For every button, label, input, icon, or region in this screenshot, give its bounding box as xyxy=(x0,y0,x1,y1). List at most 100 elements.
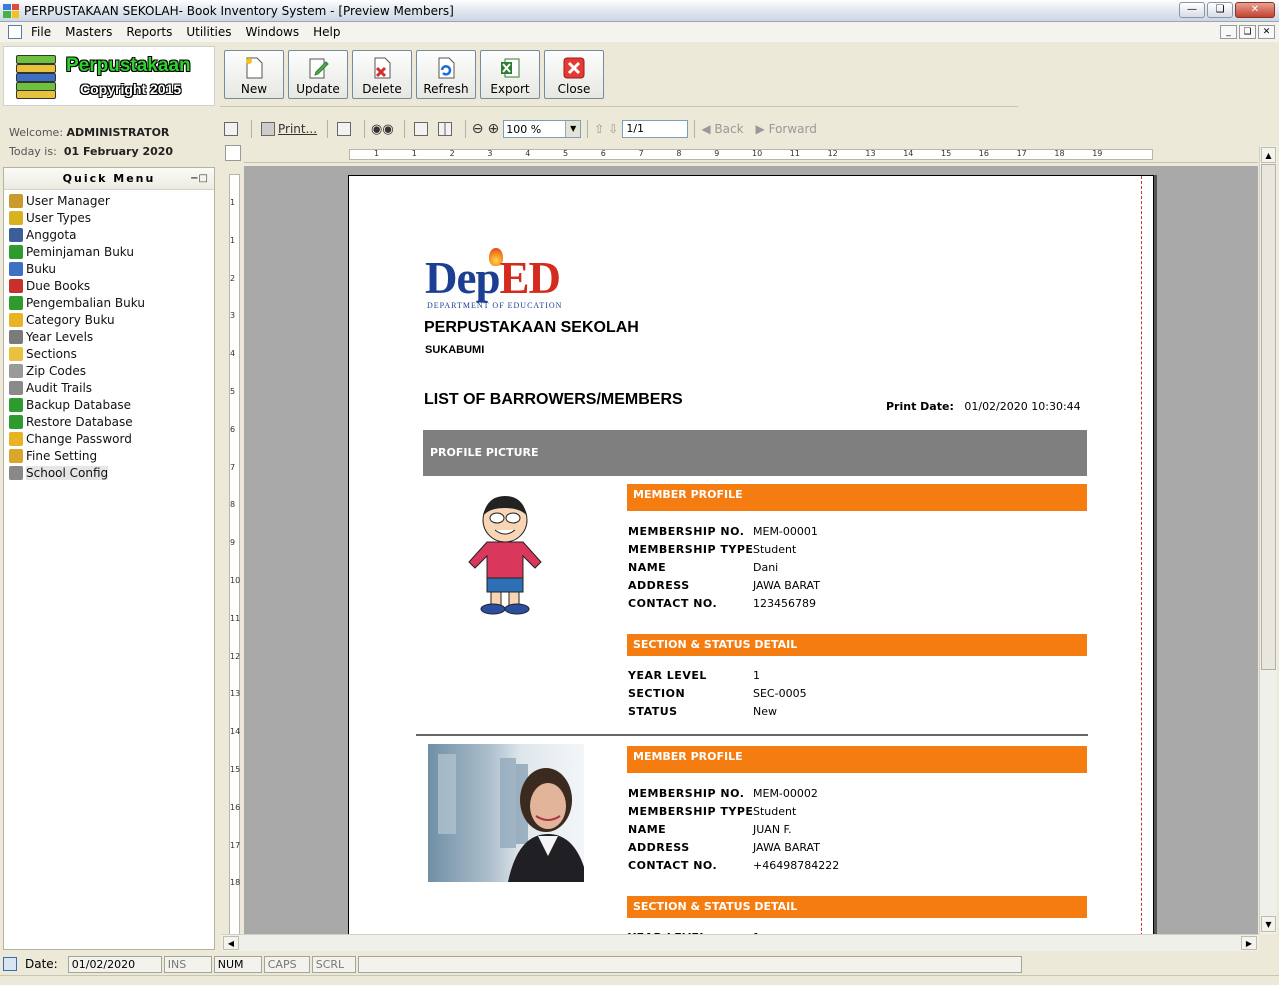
quick-menu-item[interactable]: Peminjaman Buku xyxy=(4,243,214,260)
export-button[interactable]: Export xyxy=(480,50,540,99)
copy-icon xyxy=(337,122,352,136)
next-page-button[interactable]: ⇩ xyxy=(608,119,618,139)
refresh-button[interactable]: Refresh xyxy=(416,50,476,99)
ruler-tick: 4 xyxy=(230,349,236,359)
copy-button[interactable] xyxy=(334,119,354,139)
horizontal-scrollbar[interactable]: ◀︎ ▶︎ xyxy=(221,934,1259,951)
print-button[interactable]: Print... xyxy=(258,119,317,139)
menu-help[interactable]: Help xyxy=(306,25,347,39)
close-icon xyxy=(562,56,586,80)
due-book-icon xyxy=(9,278,23,293)
new-button[interactable]: New xyxy=(224,50,284,99)
mdi-minimize-button[interactable]: _ xyxy=(1220,25,1237,39)
quick-menu-item[interactable]: Buku xyxy=(4,260,214,277)
document-icon[interactable] xyxy=(8,25,22,39)
single-page-button[interactable] xyxy=(411,119,431,139)
preview-canvas[interactable]: DepED DEPARTMENT OF EDUCATION PERPUSTAKA… xyxy=(244,166,1258,934)
user-icon xyxy=(9,193,23,208)
quick-menu-item[interactable]: Due Books xyxy=(4,277,214,294)
quick-menu-item[interactable]: Anggota xyxy=(4,226,214,243)
ruler-tick: 5 xyxy=(230,387,236,396)
section-status-header-1: SECTION & STATUS DETAIL xyxy=(627,634,1087,656)
membership-type-1: Student xyxy=(753,543,797,556)
app-logo: Perpustakaan Copyright 2015 xyxy=(3,46,215,106)
preview-toolbar: Print... ◉◉ ⊖ ⊕ 100 % ▼ ⇧ ⇩ 1/1 ◀︎ Back ▶… xyxy=(221,116,1279,142)
ruler-tick: 8 xyxy=(230,500,236,510)
menu-masters[interactable]: Masters xyxy=(58,25,119,39)
section-status-header-2: SECTION & STATUS DETAIL xyxy=(627,896,1087,918)
quick-menu-item[interactable]: Category Buku xyxy=(4,311,214,328)
scroll-left-icon[interactable]: ◀︎ xyxy=(223,936,239,950)
quick-menu-item[interactable]: User Manager xyxy=(4,192,214,209)
quick-menu-item[interactable]: Sections xyxy=(4,345,214,362)
first-page-button[interactable]: ⇧ xyxy=(594,119,604,139)
back-button[interactable]: ◀︎ Back xyxy=(701,119,743,139)
forward-button[interactable]: ▶︎ Forward xyxy=(756,119,817,139)
quick-menu-item[interactable]: Zip Codes xyxy=(4,362,214,379)
quick-menu-item[interactable]: Pengembalian Buku xyxy=(4,294,214,311)
quick-menu-label: Audit Trails xyxy=(26,380,93,395)
quick-menu-label: Change Password xyxy=(26,431,132,446)
window-title: PERPUSTAKAAN SEKOLAH- Book Inventory Sys… xyxy=(24,3,454,18)
binoculars-icon: ◉◉ xyxy=(371,121,394,137)
delete-document-icon xyxy=(370,56,394,80)
page-number-input[interactable]: 1/1 xyxy=(622,120,689,138)
maximize-button[interactable]: ❏ xyxy=(1207,2,1233,18)
menu-windows[interactable]: Windows xyxy=(239,25,307,39)
edit-icon xyxy=(9,329,23,344)
scroll-up-icon[interactable]: ▲ xyxy=(1261,147,1276,163)
arrow-left-icon xyxy=(9,295,23,310)
zoom-in-button[interactable]: ⊕ xyxy=(487,119,499,139)
close-window-button[interactable]: ✕ xyxy=(1235,2,1275,18)
menu-reports[interactable]: Reports xyxy=(119,25,179,39)
ruler-tick: 16 xyxy=(978,149,989,158)
member-photo-1 xyxy=(445,492,565,616)
ruler-tick: 1 xyxy=(230,198,236,207)
pin-icon[interactable]: −□ xyxy=(190,168,208,190)
mail-icon xyxy=(9,363,23,378)
quick-menu-item[interactable]: User Types xyxy=(4,209,214,226)
scroll-right-icon[interactable]: ▶︎ xyxy=(1241,936,1257,950)
membership-no-1: MEM-00001 xyxy=(753,525,818,538)
delete-button[interactable]: Delete xyxy=(352,50,412,99)
quick-menu-label: Pengembalian Buku xyxy=(26,295,145,310)
ruler-tick: 6 xyxy=(230,424,236,434)
vertical-scrollbar[interactable]: ▲ ▼ xyxy=(1259,146,1277,934)
horizontal-ruler: 1 1 2 3 4 5 6 7 8 9 10 11 12 13 14 15 16 17 18 19 xyxy=(244,146,1258,163)
title-bar: PERPUSTAKAAN SEKOLAH- Book Inventory Sys… xyxy=(0,0,1279,22)
quick-menu-item[interactable]: Backup Database xyxy=(4,396,214,413)
quick-menu-item[interactable]: Change Password xyxy=(4,430,214,447)
splitter[interactable] xyxy=(216,111,220,951)
list-icon xyxy=(9,346,23,361)
scroll-down-icon[interactable]: ▼ xyxy=(1261,916,1276,932)
logo-title: Perpustakaan xyxy=(66,55,191,76)
quick-menu-item[interactable]: Restore Database xyxy=(4,413,214,430)
ruler-tick: 17 xyxy=(1016,149,1027,158)
close-button[interactable]: Close xyxy=(544,50,604,99)
quick-menu-label: Peminjaman Buku xyxy=(26,244,134,259)
zoom-out-button[interactable]: ⊖ xyxy=(472,119,484,139)
quick-menu-item[interactable]: Fine Setting xyxy=(4,447,214,464)
logo-copyright: Copyright 2015 xyxy=(80,81,182,97)
update-button[interactable]: Update xyxy=(288,50,348,99)
ruler-tick: 2 xyxy=(230,273,236,283)
quick-menu-item[interactable]: Year Levels xyxy=(4,328,214,345)
scroll-thumb[interactable] xyxy=(1261,164,1276,670)
zoom-select[interactable]: 100 % ▼ xyxy=(503,120,582,138)
backup-icon xyxy=(9,397,23,412)
menu-file[interactable]: File xyxy=(24,25,58,39)
mdi-close-button[interactable]: ✕ xyxy=(1258,25,1275,39)
find-button[interactable]: ◉◉ xyxy=(371,119,394,139)
toggle-tree-button[interactable] xyxy=(221,119,241,139)
excel-icon xyxy=(498,56,522,80)
menu-utilities[interactable]: Utilities xyxy=(179,25,238,39)
quick-menu-item[interactable]: Audit Trails xyxy=(4,379,214,396)
mdi-restore-button[interactable]: ❏ xyxy=(1239,25,1256,39)
status-caps: CAPS xyxy=(263,955,310,973)
multi-page-button[interactable] xyxy=(435,119,455,139)
quick-menu-item[interactable]: School Config xyxy=(4,464,214,481)
member-profile-header-1: MEMBER PROFILE xyxy=(627,484,1087,511)
minimize-button[interactable]: — xyxy=(1179,2,1205,18)
restore-icon xyxy=(9,414,23,429)
ruler-tick: 9 xyxy=(230,538,236,548)
